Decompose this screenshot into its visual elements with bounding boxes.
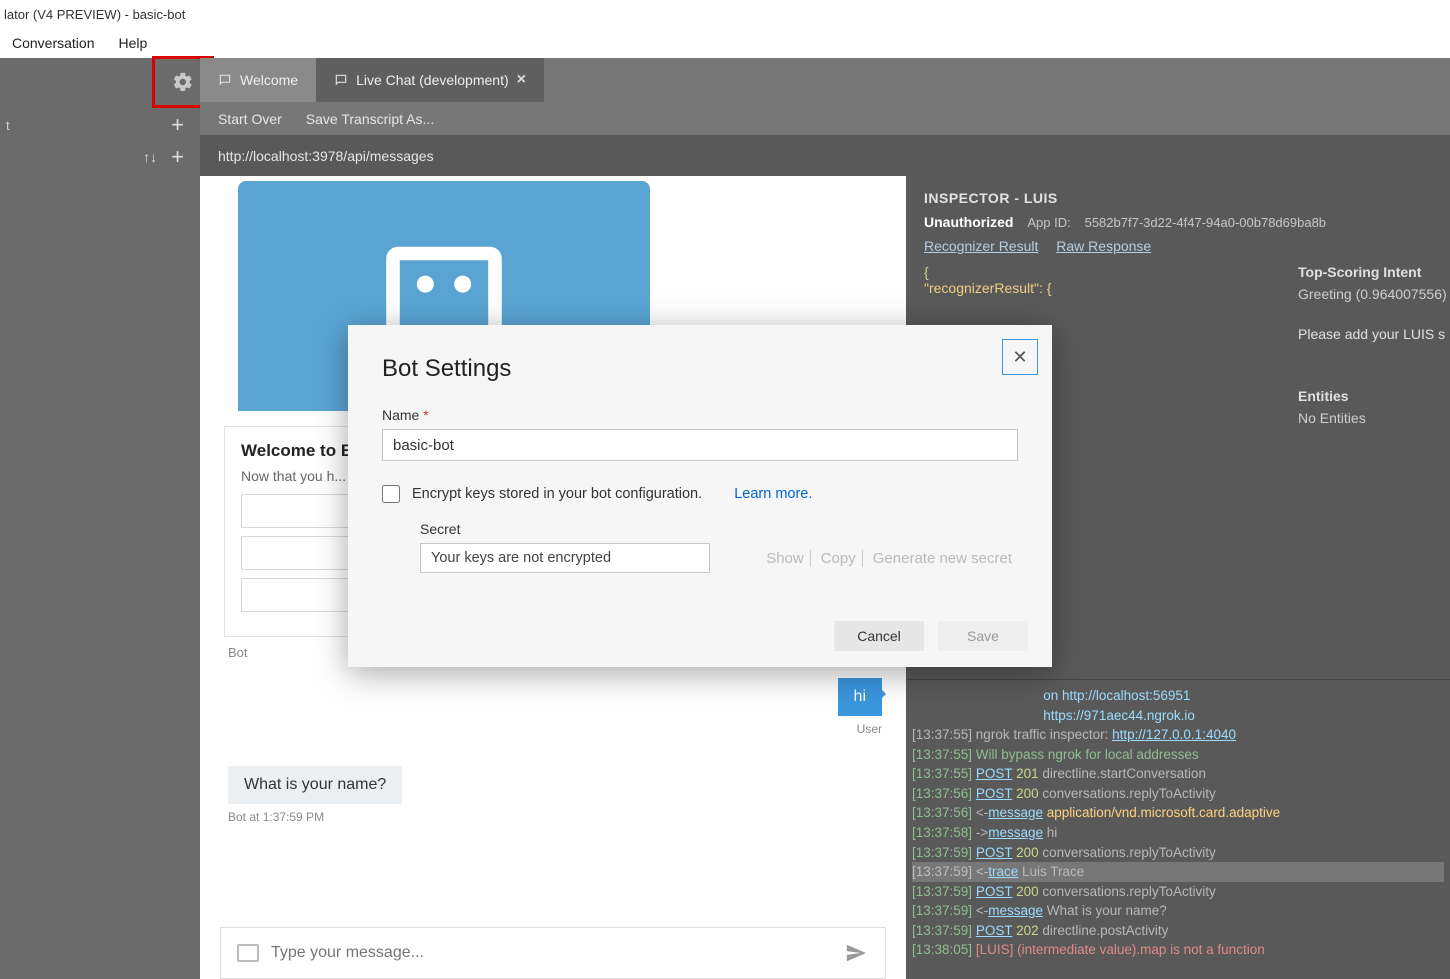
save-button[interactable]: Save [938, 621, 1028, 651]
window-title: lator (V4 PREVIEW) - basic-bot [4, 7, 185, 22]
log-line: [13:37:56] POST 200 conversations.replyT… [912, 784, 1444, 804]
log-line: https://971aec44.ngrok.io [912, 706, 1444, 726]
learn-more-link[interactable]: Learn more. [734, 486, 812, 502]
left-sidebar: t + ↑↓ + [0, 58, 200, 979]
menubar: Conversation Help [0, 28, 1450, 58]
luis-prompt: Please add your LUIS s [1298, 326, 1450, 342]
startover-button[interactable]: Start Over [218, 111, 282, 127]
entities-heading: Entities [1298, 388, 1450, 404]
message-input[interactable] [271, 944, 831, 962]
entities-value: No Entities [1298, 410, 1450, 426]
modal-title: Bot Settings [382, 355, 1018, 383]
log-line-selected[interactable]: [13:37:59] <-trace Luis Trace [912, 862, 1444, 882]
tab-livechat[interactable]: Live Chat (development) × [316, 58, 544, 102]
chat-icon [334, 73, 348, 87]
bot-settings-modal: ✕ Bot Settings Name * Encrypt keys store… [348, 325, 1052, 667]
inspector-appid-label: App ID: [1027, 215, 1070, 230]
secret-actions: Show Copy Generate new secret [760, 550, 1018, 567]
chat-icon [218, 73, 232, 87]
attach-image-icon[interactable] [237, 944, 259, 962]
log-line: [13:37:59] POST 200 conversations.replyT… [912, 882, 1444, 902]
show-link[interactable]: Show [760, 550, 811, 567]
window-titlebar: lator (V4 PREVIEW) - basic-bot [0, 0, 1450, 28]
url-bar: http://localhost:3978/api/messages [200, 136, 1450, 176]
sidebar-row-actions: ↑↓ + [0, 142, 200, 172]
tab-bar: Welcome Live Chat (development) × [200, 58, 1450, 102]
log-line: [13:37:58] ->message hi [912, 823, 1444, 843]
generate-secret-link[interactable]: Generate new secret [867, 550, 1018, 567]
log-line: [13:37:55] Will bypass ngrok for local a… [912, 745, 1444, 765]
log-line: on http://localhost:56951 [912, 686, 1444, 706]
tab-welcome-label: Welcome [240, 72, 298, 88]
sub-toolbar: Start Over Save Transcript As... [200, 102, 1450, 136]
savetranscript-button[interactable]: Save Transcript As... [306, 111, 434, 127]
encrypt-label: Encrypt keys stored in your bot configur… [412, 486, 702, 502]
message-input-bar [220, 927, 886, 979]
recognizer-result-link[interactable]: Recognizer Result [924, 238, 1038, 254]
sidebar-row-t: t + [0, 108, 200, 142]
inspector-status: Unauthorized [924, 214, 1013, 230]
menu-help[interactable]: Help [107, 31, 160, 55]
log-line: [13:37:59] POST 200 conversations.replyT… [912, 843, 1444, 863]
send-icon[interactable] [843, 942, 869, 964]
modal-footer: Cancel Save [834, 621, 1028, 651]
name-label: Name * [382, 407, 1018, 423]
log-panel[interactable]: on http://localhost:56951 https://971aec… [906, 679, 1450, 979]
tab-livechat-label: Live Chat (development) [356, 72, 509, 88]
top-intent-heading: Top-Scoring Intent [1298, 264, 1450, 280]
encrypt-row: Encrypt keys stored in your bot configur… [382, 485, 1018, 503]
raw-response-link[interactable]: Raw Response [1056, 238, 1151, 254]
tab-welcome[interactable]: Welcome [200, 58, 316, 102]
gear-icon[interactable] [172, 71, 194, 93]
log-line: [13:37:55] POST 201 directline.startConv… [912, 764, 1444, 784]
plus-icon[interactable]: + [165, 112, 190, 138]
log-line: [13:37:59] POST 202 directline.postActiv… [912, 921, 1444, 941]
sort-icon[interactable]: ↑↓ [143, 149, 157, 165]
copy-link[interactable]: Copy [815, 550, 863, 567]
endpoint-url: http://localhost:3978/api/messages [218, 148, 434, 164]
inspector-appid: 5582b7f7-3d22-4f47-94a0-00b78d69ba8b [1085, 215, 1326, 230]
top-intent-value: Greeting (0.964007556) [1298, 286, 1450, 302]
inspector-right-summary: Top-Scoring Intent Greeting (0.964007556… [1298, 264, 1450, 450]
user-sender-label: User [224, 722, 886, 736]
user-message-bubble: hi [838, 678, 882, 716]
log-line: [13:38:05] [LUIS] (intermediate value).m… [912, 940, 1444, 960]
bot-timestamp: Bot at 1:37:59 PM [228, 810, 886, 824]
secret-section: Secret Show Copy Generate new secret [420, 521, 1018, 573]
name-input[interactable] [382, 429, 1018, 461]
log-line: [13:37:56] <-message application/vnd.mic… [912, 803, 1444, 823]
user-message-row: hi [224, 678, 886, 716]
plus-icon[interactable]: + [165, 144, 190, 170]
encrypt-checkbox[interactable] [382, 485, 400, 503]
sidebar-gear-row [0, 58, 200, 108]
close-icon[interactable]: × [517, 71, 526, 89]
inspector-links: Recognizer Result Raw Response [906, 238, 1450, 264]
cancel-button[interactable]: Cancel [834, 621, 924, 651]
sidebar-item-label[interactable]: t [0, 118, 165, 133]
menu-conversation[interactable]: Conversation [0, 31, 107, 55]
inspector-title: INSPECTOR - LUIS [906, 176, 1450, 214]
bot-message-bubble: What is your name? [228, 766, 402, 804]
secret-input[interactable] [420, 543, 710, 573]
inspector-status-row: Unauthorized App ID: 5582b7f7-3d22-4f47-… [906, 214, 1450, 238]
log-line: [13:37:55] ngrok traffic inspector: http… [912, 725, 1444, 745]
close-icon[interactable]: ✕ [1002, 339, 1038, 375]
secret-label: Secret [420, 521, 1018, 537]
log-line: [13:37:59] <-message What is your name? [912, 901, 1444, 921]
